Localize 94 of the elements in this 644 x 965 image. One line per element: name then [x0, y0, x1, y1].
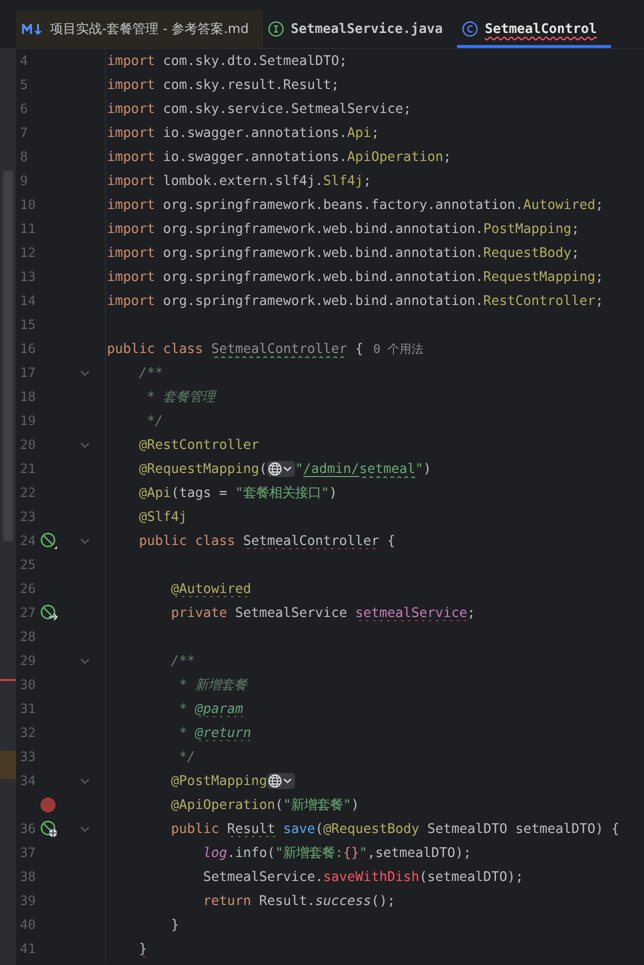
code-text: }: [170, 918, 180, 932]
code-text: @Slf4j: [138, 510, 188, 524]
code-text: */: [178, 750, 196, 764]
code-text: * @return: [178, 726, 252, 740]
globe-icon[interactable]: [267, 772, 296, 790]
line-number: 38: [19, 870, 37, 884]
line-number: 17: [19, 366, 37, 380]
code-text: "/admin/setmeal"): [295, 462, 432, 476]
line-number: 13: [19, 270, 37, 284]
fold-chevron-icon[interactable]: [80, 442, 90, 448]
line-number: 14: [19, 294, 37, 308]
line-number: 23: [19, 510, 37, 524]
code-text: public class SetmealController {: [107, 342, 364, 356]
code-text: import org.springframework.web.bind.annotation.RequestMapping;: [107, 270, 604, 284]
line-number: 33: [19, 750, 37, 764]
code-text: import org.springframework.beans.factory.annotation.Autowired;: [107, 198, 604, 212]
globe-icon[interactable]: [267, 460, 296, 478]
code-text: import com.sky.result.Result;: [107, 78, 340, 92]
code-text: import lombok.extern.slf4j.Slf4j;: [107, 174, 372, 188]
line-number: 10: [19, 198, 37, 212]
line-number: 27: [19, 606, 37, 620]
code-text: * 新增套餐: [178, 676, 248, 694]
line-number: 34: [19, 774, 37, 788]
code-text: /**: [138, 366, 164, 380]
autowired-bean-icon[interactable]: [40, 604, 58, 622]
interface-icon: [268, 21, 284, 37]
code-text: import org.springframework.web.bind.annotation.RestController;: [107, 294, 604, 308]
web-endpoint-icon[interactable]: [40, 820, 58, 838]
code-text: public Result save(@RequestBody SetmealDTO setmealDTO) {: [170, 822, 620, 836]
line-number: 28: [19, 630, 37, 644]
fold-chevron-icon[interactable]: [80, 370, 90, 376]
code-text: public class SetmealController {: [138, 534, 396, 548]
line-number: 41: [19, 942, 37, 956]
code-text: * @param: [178, 702, 244, 716]
line-number: 20: [19, 438, 37, 452]
code-text: * 套餐管理: [146, 389, 216, 406]
code-text: import com.sky.service.SetmealService;: [107, 102, 412, 116]
usage-hint[interactable]: 0 个用法: [373, 340, 424, 358]
editor-tab[interactable]: SetmealControl: [456, 10, 611, 48]
line-number: 6: [19, 102, 29, 116]
line-number: 5: [19, 78, 29, 92]
breakpoint-icon[interactable]: [40, 797, 56, 813]
fold-chevron-icon[interactable]: [80, 658, 90, 664]
line-number: 24: [19, 534, 37, 548]
line-number: 25: [19, 558, 37, 572]
code-text: import com.sky.dto.SetmealDTO;: [107, 54, 348, 68]
code-text: private SetmealService setmealService;: [170, 606, 476, 620]
line-number: 36: [19, 822, 37, 836]
line-number: 12: [19, 246, 37, 260]
fold-chevron-icon[interactable]: [80, 826, 90, 832]
line-number: 30: [19, 678, 37, 692]
line-number: 19: [19, 414, 37, 428]
code-text: @RequestMapping(: [138, 462, 268, 476]
line-number: 32: [19, 726, 37, 740]
line-number: 7: [19, 126, 29, 140]
fold-chevron-icon[interactable]: [80, 538, 90, 544]
code-text: @Autowired: [170, 582, 252, 596]
class-icon: [462, 21, 478, 37]
line-number: 39: [19, 894, 37, 908]
line-number: 31: [19, 702, 37, 716]
editor-tab[interactable]: SetmealService.java: [262, 10, 457, 48]
code-text: SetmealService.saveWithDish(setmealDTO);: [202, 870, 524, 884]
line-number: 22: [19, 486, 37, 500]
line-number: 9: [19, 174, 29, 188]
code-text: import io.swagger.annotations.ApiOperation;: [107, 150, 452, 164]
line-number: 37: [19, 846, 37, 860]
line-number: 8: [19, 150, 29, 164]
code-text: @Api(tags = "套餐相关接口"): [138, 484, 338, 502]
line-number: 11: [19, 222, 37, 236]
markdown-icon: [21, 22, 43, 36]
line-number: 29: [19, 654, 37, 668]
editor-tab[interactable]: 项目实战-套餐管理 - 参考答案.md: [16, 10, 263, 48]
code-text: return Result.success();: [202, 894, 396, 908]
line-number: 18: [19, 390, 37, 404]
fold-chevron-icon[interactable]: [80, 778, 90, 784]
error-stripe: [0, 679, 16, 681]
line-number: 21: [19, 462, 37, 476]
line-number: 16: [19, 342, 37, 356]
code-text: /**: [170, 654, 196, 668]
code-text: log.info("新增套餐:{}",setmealDTO);: [202, 844, 472, 862]
code-text: import org.springframework.web.bind.annotation.PostMapping;: [107, 222, 580, 236]
line-number: 26: [19, 582, 37, 596]
code-text: @RestController: [138, 438, 260, 452]
code-text: }: [138, 942, 148, 956]
change-marker: [0, 751, 16, 779]
code-text: @PostMapping: [170, 774, 268, 788]
spring-bean-icon[interactable]: [40, 532, 58, 550]
line-number: 40: [19, 918, 37, 932]
line-number: 4: [19, 54, 29, 68]
line-number: 15: [19, 318, 37, 332]
code-text: @ApiOperation("新增套餐"): [170, 796, 360, 814]
code-text: import io.swagger.annotations.Api;: [107, 126, 380, 140]
code-text: */: [146, 414, 164, 428]
code-text: import org.springframework.web.bind.annotation.RequestBody;: [107, 246, 580, 260]
